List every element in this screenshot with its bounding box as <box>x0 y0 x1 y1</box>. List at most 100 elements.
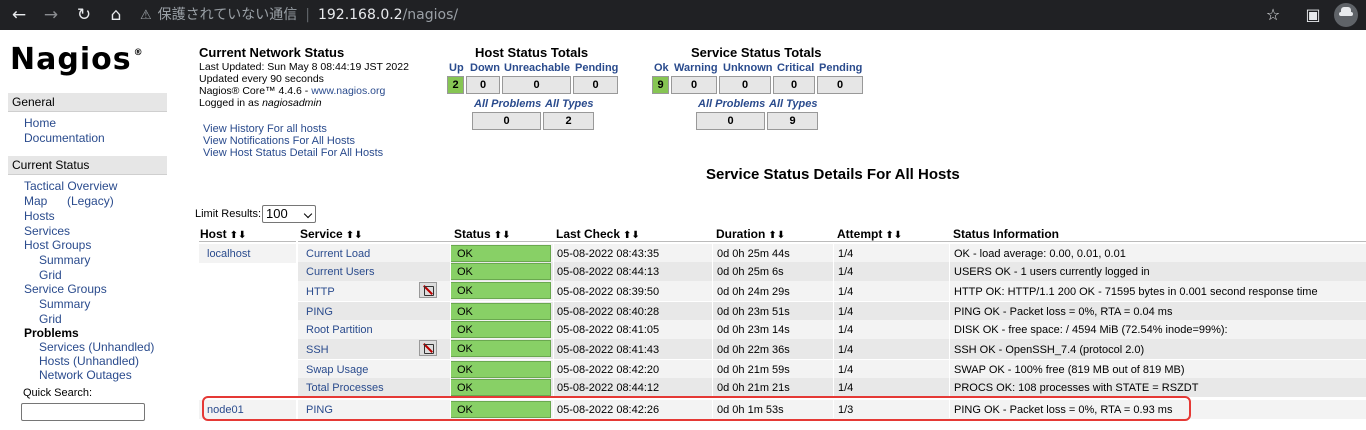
nav-hg-summary[interactable]: Summary <box>39 253 90 267</box>
svc-all-problems-count[interactable]: 0 <box>696 112 765 130</box>
svc-critical-label[interactable]: Critical <box>777 62 814 74</box>
nav-documentation[interactable]: Documentation <box>24 131 105 145</box>
host-unreachable-count[interactable]: 0 <box>502 76 571 94</box>
col-attempt[interactable]: Attempt ⬆⬇ <box>837 227 902 241</box>
col-last-check-label: Last Check <box>556 227 621 241</box>
header-divider <box>298 241 1366 242</box>
status-info: PING OK - Packet loss = 0%, RTA = 0.04 m… <box>954 306 1173 318</box>
nav-problems[interactable]: Problems <box>24 326 79 340</box>
nagios-logo[interactable]: Nagios ® <box>10 42 144 77</box>
host-up-label[interactable]: Up <box>449 62 464 74</box>
nav-host-groups[interactable]: Host Groups <box>24 238 91 252</box>
host-all-types-label[interactable]: All Types <box>545 98 594 110</box>
nav-map-legacy[interactable]: (Legacy) <box>67 194 114 208</box>
host-all-problems-count[interactable]: 0 <box>472 112 541 130</box>
svc-warning-label[interactable]: Warning <box>674 62 718 74</box>
host-down-label[interactable]: Down <box>470 62 500 74</box>
svc-ok-count[interactable]: 9 <box>652 76 669 94</box>
service-link[interactable]: HTTP <box>306 286 335 298</box>
bookmark-star-icon[interactable]: ☆ <box>1262 4 1284 26</box>
view-notifications-link[interactable]: View Notifications For All Hosts <box>203 135 355 147</box>
nav-sg-grid[interactable]: Grid <box>39 312 62 326</box>
nav-hg-grid[interactable]: Grid <box>39 268 62 282</box>
host-pending-count[interactable]: 0 <box>573 76 618 94</box>
sort-arrows-icon[interactable]: ⬆⬇ <box>768 230 785 241</box>
sort-arrows-icon[interactable]: ⬆⬇ <box>230 230 247 241</box>
host-all-problems-label[interactable]: All Problems <box>474 98 541 110</box>
table-row: Root Partition OK 05-08-2022 08:41:05 0d… <box>298 320 1366 339</box>
side-panel-icon[interactable]: ▣ <box>1302 4 1324 26</box>
col-status-label: Status <box>454 227 491 241</box>
host-unreachable-label[interactable]: Unreachable <box>504 62 570 74</box>
service-link[interactable]: Swap Usage <box>306 364 368 376</box>
nav-map[interactable]: Map <box>24 194 47 208</box>
host-all-types-count[interactable]: 2 <box>543 112 594 130</box>
incognito-profile-icon[interactable] <box>1334 3 1358 27</box>
sort-arrows-icon[interactable]: ⬆⬇ <box>494 230 511 241</box>
nav-sg-summary[interactable]: Summary <box>39 297 90 311</box>
sort-arrows-icon[interactable]: ⬆⬇ <box>346 230 363 241</box>
status-badge: OK <box>450 361 551 378</box>
svc-warning-count[interactable]: 0 <box>671 76 717 94</box>
forward-icon[interactable]: → <box>40 4 62 26</box>
nav-services[interactable]: Services <box>24 224 70 238</box>
svc-all-types-count[interactable]: 9 <box>767 112 818 130</box>
host-pending-label[interactable]: Pending <box>575 62 618 74</box>
nav-hosts-unhandled[interactable]: Hosts (Unhandled) <box>39 354 139 368</box>
url-path: /nagios/ <box>402 7 459 23</box>
address-bar[interactable]: ⚠ 保護されていない通信 | 192.168.0.2/nagios/ <box>140 0 458 30</box>
host-cell-localhost: localhost <box>199 244 296 263</box>
nav-header-current-status: Current Status <box>8 156 167 175</box>
nagios-org-link[interactable]: www.nagios.org <box>311 85 385 97</box>
view-host-status-link[interactable]: View Host Status Detail For All Hosts <box>203 147 383 159</box>
notifications-disabled-icon[interactable] <box>419 282 437 298</box>
host-down-count[interactable]: 0 <box>466 76 500 94</box>
home-icon[interactable]: ⌂ <box>105 4 127 26</box>
col-service[interactable]: Service ⬆⬇ <box>300 227 362 241</box>
nav-tactical-overview[interactable]: Tactical Overview <box>24 179 117 193</box>
service-link[interactable]: Root Partition <box>306 324 373 336</box>
reload-icon[interactable]: ↻ <box>73 4 95 26</box>
svc-pending-count[interactable]: 0 <box>817 76 863 94</box>
sort-arrows-icon[interactable]: ⬆⬇ <box>885 230 902 241</box>
col-status[interactable]: Status ⬆⬇ <box>454 227 510 241</box>
nav-hosts[interactable]: Hosts <box>24 209 55 223</box>
host-link-localhost[interactable]: localhost <box>207 248 250 260</box>
logged-in-user: nagiosadmin <box>262 97 322 109</box>
view-history-link[interactable]: View History For all hosts <box>203 123 327 135</box>
svc-pending-label[interactable]: Pending <box>819 62 862 74</box>
svc-unknown-label[interactable]: Unknown <box>723 62 773 74</box>
service-link[interactable]: Total Processes <box>306 382 384 394</box>
limit-results-select[interactable]: 100 <box>262 205 316 223</box>
svc-critical-count[interactable]: 0 <box>773 76 815 94</box>
host-up-count[interactable]: 2 <box>447 76 464 94</box>
nav-home[interactable]: Home <box>24 116 56 130</box>
attempt: 1/4 <box>838 324 854 336</box>
nav-services-unhandled[interactable]: Services (Unhandled) <box>39 340 154 354</box>
service-link[interactable]: PING <box>306 306 333 318</box>
sort-arrows-icon[interactable]: ⬆⬇ <box>623 230 640 241</box>
col-duration[interactable]: Duration ⬆⬇ <box>716 227 785 241</box>
notifications-disabled-icon[interactable] <box>419 340 437 356</box>
service-link[interactable]: Current Users <box>306 266 374 278</box>
service-link[interactable]: SSH <box>306 344 329 356</box>
nav-network-outages[interactable]: Network Outages <box>39 368 132 382</box>
service-link[interactable]: Current Load <box>306 248 370 260</box>
status-badge: OK <box>450 282 551 299</box>
svc-unknown-count[interactable]: 0 <box>719 76 771 94</box>
duration: 0d 0h 21m 59s <box>717 364 790 376</box>
table-row: PING OK 05-08-2022 08:40:28 0d 0h 23m 51… <box>298 302 1366 321</box>
svc-all-types-label[interactable]: All Types <box>769 98 818 110</box>
status-info: HTTP OK: HTTP/1.1 200 OK - 71595 bytes i… <box>954 286 1318 298</box>
highlight-annotation <box>202 396 1191 421</box>
col-host[interactable]: Host ⬆⬇ <box>200 227 246 241</box>
browser-toolbar: ← → ↻ ⌂ ⚠ 保護されていない通信 | 192.168.0.2/nagios/ … <box>0 0 1366 30</box>
svc-ok-label[interactable]: Ok <box>654 62 669 74</box>
last-check: 05-08-2022 08:41:43 <box>557 344 660 356</box>
svc-all-problems-label[interactable]: All Problems <box>698 98 765 110</box>
back-icon[interactable]: ← <box>8 4 30 26</box>
col-last-check[interactable]: Last Check ⬆⬇ <box>556 227 640 241</box>
nav-service-groups[interactable]: Service Groups <box>24 282 107 296</box>
quick-search-input[interactable] <box>21 403 145 421</box>
update-frequency: Updated every 90 seconds <box>199 73 324 85</box>
